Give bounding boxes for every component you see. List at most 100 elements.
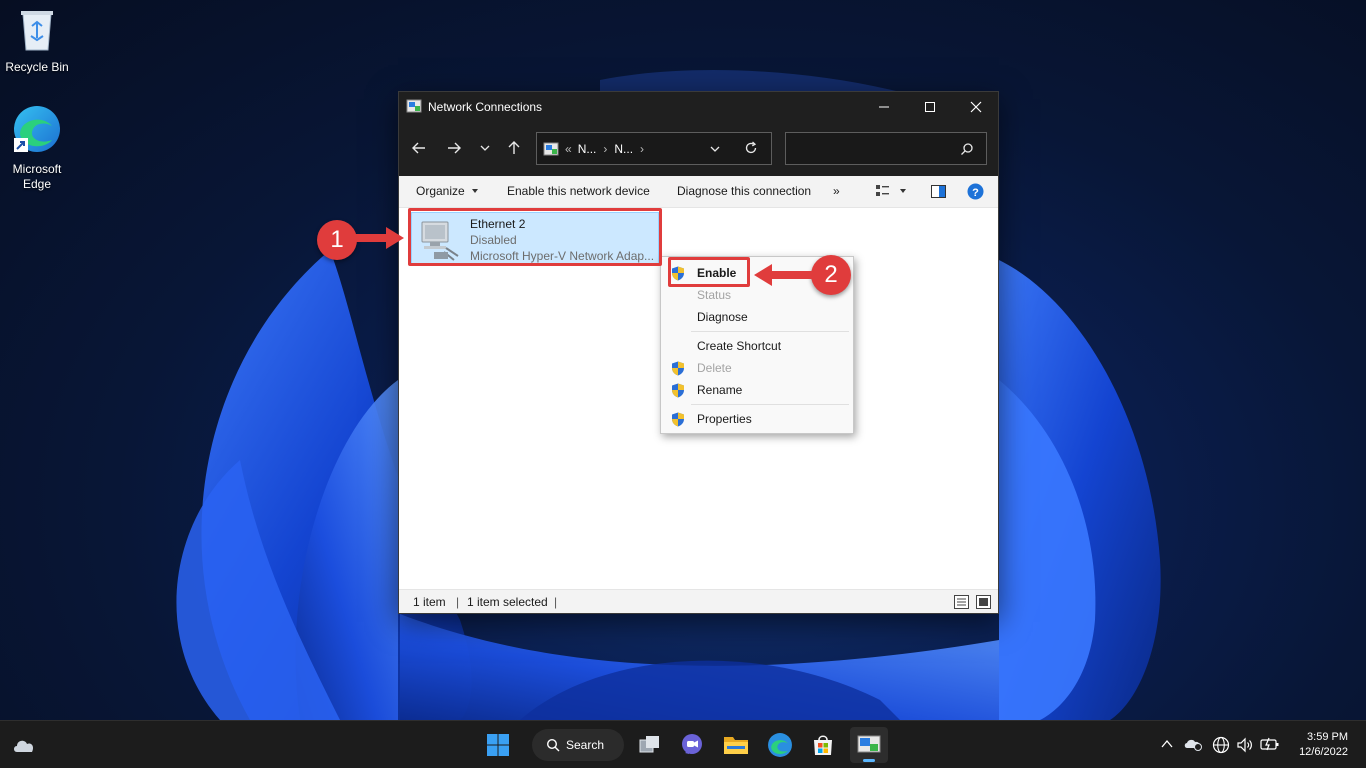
battery-icon — [1260, 737, 1279, 751]
minimize-button[interactable] — [861, 92, 907, 122]
up-button[interactable] — [500, 134, 528, 162]
recycle-bin-icon — [1, 8, 73, 56]
address-bar[interactable]: « N... › N... › — [536, 132, 772, 165]
cloud-sync-icon — [1184, 739, 1202, 751]
store-button[interactable] — [807, 729, 839, 761]
arrow-up-icon — [508, 141, 520, 154]
taskbar-search-button[interactable]: Search — [532, 729, 624, 761]
menu-item-properties[interactable]: Properties — [661, 408, 853, 430]
edge-icon — [1, 104, 73, 158]
active-app-indicator — [863, 759, 875, 762]
organize-label: Organize — [416, 184, 465, 198]
organize-button[interactable]: Organize — [416, 184, 480, 198]
annotation-arrow-2-icon — [754, 264, 814, 286]
details-view-icon — [876, 185, 889, 196]
command-bar: Organize Enable this network device Diag… — [399, 176, 998, 208]
menu-item-create-shortcut[interactable]: Create Shortcut — [661, 335, 853, 357]
preview-pane-button[interactable] — [931, 185, 946, 201]
close-button[interactable] — [953, 92, 999, 122]
status-item-count: 1 item — [413, 595, 446, 609]
file-explorer-button[interactable] — [720, 729, 752, 761]
search-icon — [960, 142, 974, 156]
store-icon — [814, 735, 832, 755]
address-overflow[interactable]: « — [565, 142, 572, 156]
start-button[interactable] — [482, 729, 514, 761]
minimize-icon — [879, 106, 889, 108]
clock-button[interactable]: 3:59 PM 12/6/2022 — [1299, 730, 1348, 760]
breadcrumb-2[interactable]: N... — [614, 142, 633, 156]
menu-item-diagnose[interactable]: Diagnose — [661, 306, 853, 328]
annotation-highlight-item — [408, 208, 662, 266]
cloud-icon — [14, 740, 34, 752]
menu-separator — [691, 404, 849, 405]
menu-item-label: Status — [697, 288, 732, 302]
title-bar[interactable]: Network Connections — [399, 92, 998, 122]
menu-item-label: Rename — [697, 383, 743, 397]
large-icons-layout-icon — [976, 595, 991, 609]
diagnose-connection-button[interactable]: Diagnose this connection — [677, 184, 811, 198]
menu-item-rename[interactable]: Rename — [661, 379, 853, 401]
breadcrumb-separator-icon: › — [603, 141, 608, 156]
arrow-left-icon — [412, 142, 425, 154]
taskbar: Search 3:59 PM 12/6/2022 — [0, 720, 1366, 768]
caret-down-icon — [471, 189, 478, 193]
details-view-toggle[interactable] — [954, 595, 969, 612]
desktop-icon-label: Microsoft Edge — [12, 162, 62, 191]
more-commands-button[interactable]: » — [833, 184, 840, 198]
recent-locations-button[interactable] — [471, 134, 499, 162]
address-dropdown-button[interactable] — [709, 143, 721, 155]
clock-time: 3:59 PM — [1307, 731, 1348, 743]
show-hidden-icons-button[interactable] — [1160, 737, 1174, 754]
onedrive-tray-button[interactable] — [1183, 736, 1203, 755]
network-connections-taskbar-button[interactable] — [850, 727, 888, 763]
refresh-button[interactable] — [744, 141, 758, 155]
network-connections-icon — [857, 735, 881, 753]
weather-widget-button[interactable] — [8, 729, 40, 761]
windows-logo-icon — [487, 734, 509, 756]
task-view-button[interactable] — [634, 729, 666, 761]
edge-taskbar-button[interactable] — [764, 729, 796, 761]
teams-chat-button[interactable] — [676, 729, 708, 761]
menu-item-label: Delete — [697, 361, 732, 375]
navigation-bar: « N... › N... › — [399, 122, 998, 176]
refresh-icon — [745, 141, 757, 154]
chat-icon — [682, 734, 702, 754]
folder-icon — [724, 737, 748, 754]
search-input[interactable] — [785, 132, 987, 165]
uac-shield-icon — [671, 361, 685, 379]
annotation-step-1-badge: 1 — [317, 220, 357, 260]
change-view-button[interactable] — [876, 185, 908, 197]
breadcrumb-1[interactable]: N... — [578, 142, 597, 156]
menu-item-delete[interactable]: Delete — [661, 357, 853, 379]
desktop-icon-edge[interactable]: Microsoft Edge — [1, 104, 73, 192]
chevron-down-icon — [710, 146, 720, 152]
annotation-step-2-badge: 2 — [811, 255, 851, 295]
uac-shield-icon — [671, 412, 685, 430]
speaker-icon — [1237, 737, 1252, 753]
menu-item-label: Create Shortcut — [697, 339, 782, 353]
help-icon: ? — [967, 183, 984, 200]
battery-tray-button[interactable] — [1260, 737, 1280, 754]
maximize-button[interactable] — [907, 92, 953, 122]
forward-button[interactable] — [440, 134, 468, 162]
enable-network-device-button[interactable]: Enable this network device — [507, 184, 650, 198]
chevron-up-icon — [1161, 739, 1173, 748]
network-tray-button[interactable] — [1212, 736, 1230, 757]
search-icon — [546, 738, 560, 752]
edge-icon — [768, 733, 792, 757]
volume-tray-button[interactable] — [1236, 736, 1254, 757]
desktop-icon-recycle-bin[interactable]: Recycle Bin — [1, 8, 73, 75]
menu-item-label: Properties — [697, 412, 752, 426]
large-icons-view-toggle[interactable] — [976, 595, 991, 612]
caret-down-icon — [900, 189, 906, 193]
status-selected-count: 1 item selected — [467, 595, 548, 609]
menu-item-label: Diagnose — [697, 310, 748, 324]
details-layout-icon — [954, 595, 969, 609]
annotation-arrow-1-icon — [356, 227, 404, 249]
preview-pane-icon — [931, 185, 946, 198]
close-icon — [970, 101, 982, 113]
network-connections-icon — [406, 98, 422, 117]
help-button[interactable]: ? — [967, 183, 984, 203]
clock-date: 12/6/2022 — [1299, 746, 1348, 758]
back-button[interactable] — [405, 134, 433, 162]
